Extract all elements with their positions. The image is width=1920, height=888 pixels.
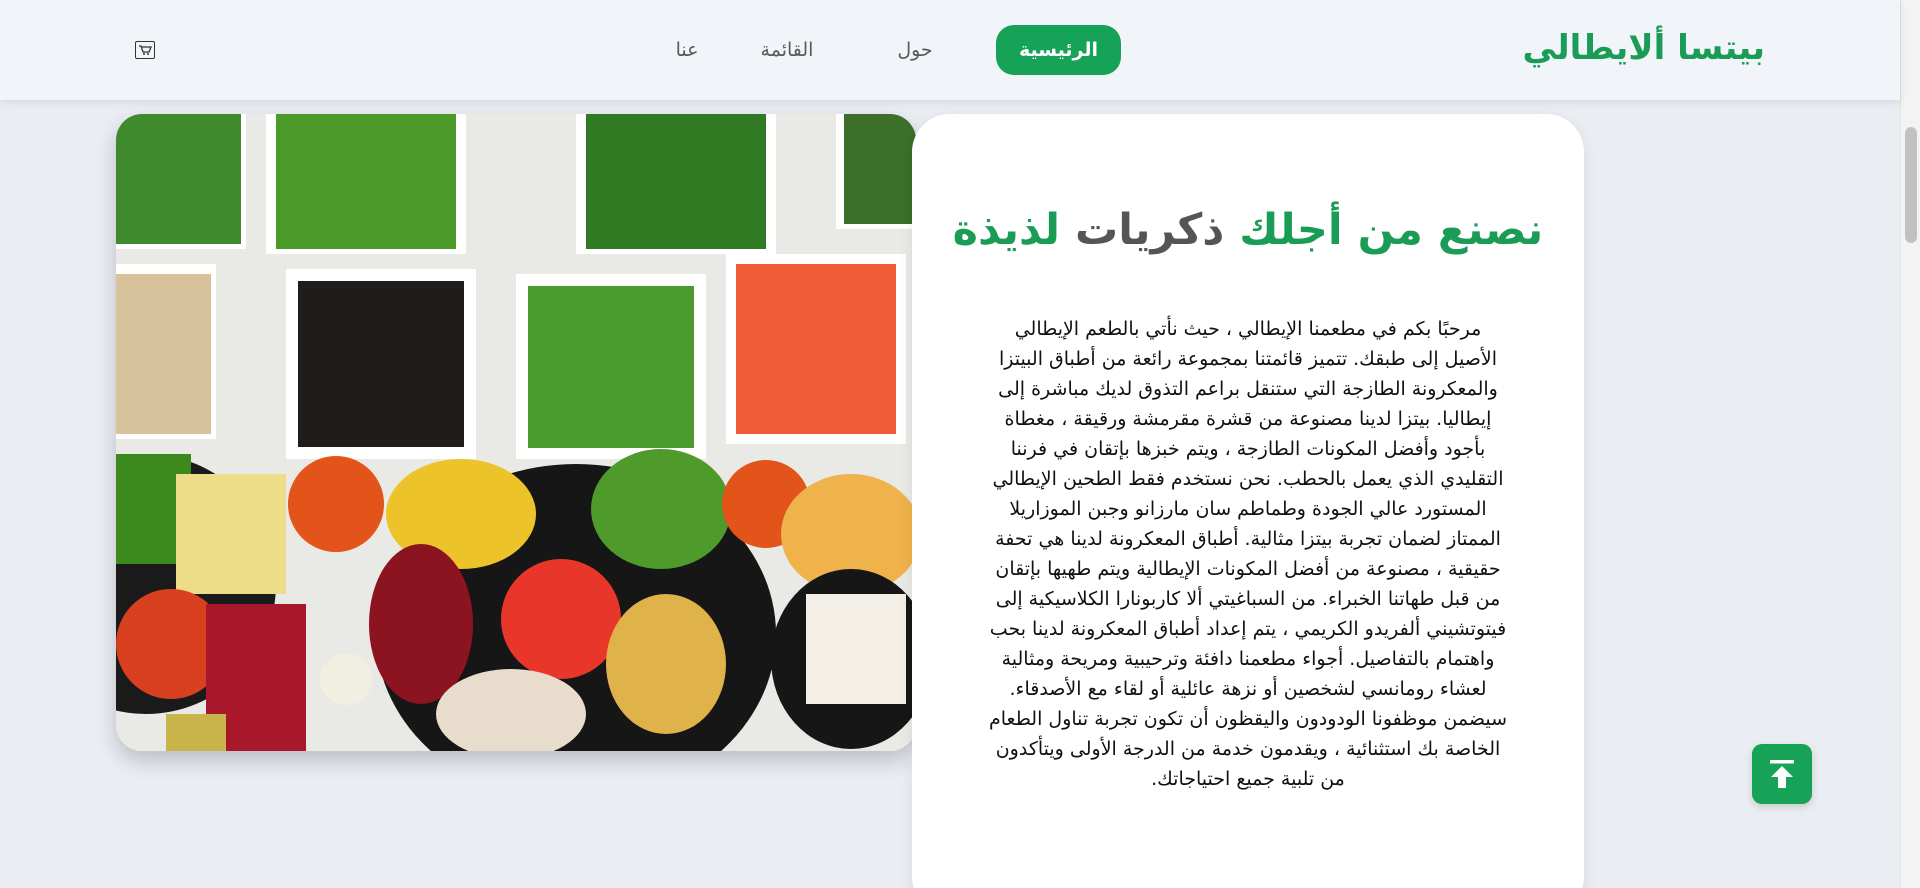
page-scrollbar[interactable] xyxy=(1900,0,1920,888)
nav-links: الرئيسية حول القائمة عنا xyxy=(0,25,1900,75)
title-part-3: ذكريات xyxy=(1060,205,1240,255)
navbar: بيتسا ألايطالي الرئيسية حول القائمة عنا xyxy=(0,0,1900,100)
cart-icon[interactable] xyxy=(135,41,155,59)
nav-about-link[interactable]: حول xyxy=(880,25,950,75)
arrow-up-icon xyxy=(1770,760,1794,788)
nav-us-link[interactable]: عنا xyxy=(657,25,717,75)
title-part-4: لذيذة xyxy=(952,205,1061,255)
scrollbar-thumb[interactable] xyxy=(1905,127,1917,243)
nav-menu-link[interactable]: القائمة xyxy=(742,25,832,75)
title-part-2: أجلك xyxy=(1239,205,1343,255)
about-card: نصنع من أجلك ذكريات لذيذة مرحبًا بكم في … xyxy=(912,114,1584,888)
hero-title: نصنع من أجلك ذكريات لذيذة xyxy=(912,200,1584,260)
nav-home-link[interactable]: الرئيسية xyxy=(996,25,1121,75)
hero-description: مرحبًا بكم في مطعمنا الإيطالي ، حيث نأتي… xyxy=(988,318,1508,790)
food-image xyxy=(116,114,916,751)
title-part-1: نصنع من xyxy=(1342,205,1544,255)
scroll-top-button[interactable] xyxy=(1752,744,1812,804)
